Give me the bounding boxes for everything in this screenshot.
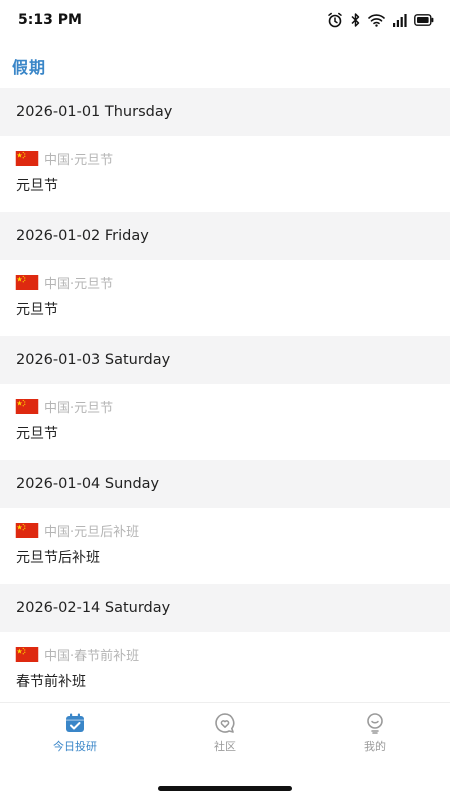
heart-chat-icon: [215, 713, 235, 733]
holiday-source: 中国·春节前补班: [44, 649, 140, 664]
date-label: 2026-02-14 Saturday: [16, 600, 171, 616]
date-label: 2026-01-03 Saturday: [16, 352, 171, 368]
china-flag-icon: [15, 399, 39, 414]
holiday-source: 中国·元旦节: [44, 401, 114, 416]
holiday-meta: 中国·元旦节: [15, 149, 113, 168]
holiday-name: 元旦节: [16, 302, 58, 318]
holiday-group: 2026-02-14 Saturday 中国·春节前补班 春节前补班: [0, 584, 450, 708]
holiday-name: 元旦节: [16, 426, 58, 442]
holiday-source: 中国·元旦节: [44, 277, 114, 292]
china-flag-icon: [15, 647, 39, 662]
status-time: 5:13 PM: [18, 12, 82, 28]
holiday-item[interactable]: 中国·元旦节 元旦节: [0, 136, 450, 212]
holiday-item[interactable]: 中国·元旦节 元旦节: [0, 260, 450, 336]
tab-mine[interactable]: 我的: [300, 703, 450, 763]
china-flag-icon: [15, 523, 39, 538]
tab-label-community: 社区: [214, 740, 236, 753]
status-icons: [327, 12, 434, 28]
holiday-group: 2026-01-03 Saturday 中国·元旦节 元旦节: [0, 336, 450, 460]
page-title: 假期: [12, 58, 47, 77]
date-header: 2026-02-14 Saturday: [0, 584, 450, 632]
holiday-item[interactable]: 中国·元旦节 元旦节: [0, 384, 450, 460]
holiday-meta: 中国·元旦节: [15, 273, 113, 292]
tab-today-research[interactable]: 今日投研: [0, 703, 150, 763]
holiday-group: 2026-01-01 Thursday 中国·元旦节 元旦节: [0, 88, 450, 212]
date-header: 2026-01-03 Saturday: [0, 336, 450, 384]
tab-label-mine: 我的: [364, 740, 386, 753]
date-label: 2026-01-02 Friday: [16, 228, 149, 244]
wifi-icon: [368, 14, 385, 27]
holiday-name: 元旦节: [16, 178, 58, 194]
tab-community[interactable]: 社区: [150, 703, 300, 763]
date-header: 2026-01-04 Sunday: [0, 460, 450, 508]
battery-icon: [414, 14, 434, 26]
holiday-list[interactable]: 2026-01-01 Thursday 中国·元旦节 元旦节 2026-01-0…: [0, 88, 450, 708]
page-header: 假期: [0, 48, 450, 84]
china-flag-icon: [15, 151, 39, 166]
signal-icon: [393, 13, 407, 27]
bluetooth-icon: [351, 13, 360, 27]
status-bar: 5:13 PM: [0, 0, 450, 40]
holiday-meta: 中国·春节前补班: [15, 645, 139, 664]
holiday-group: 2026-01-04 Sunday 中国·元旦后补班 元旦节后补班: [0, 460, 450, 584]
date-label: 2026-01-04 Sunday: [16, 476, 160, 492]
holiday-meta: 中国·元旦节: [15, 397, 113, 416]
date-header: 2026-01-02 Friday: [0, 212, 450, 260]
holiday-item[interactable]: 中国·春节前补班 春节前补班: [0, 632, 450, 708]
alarm-icon: [328, 12, 342, 28]
holiday-source: 中国·元旦后补班: [44, 525, 140, 540]
date-header: 2026-01-01 Thursday: [0, 88, 450, 136]
calendar-check-icon: [66, 713, 84, 732]
home-indicator[interactable]: [158, 786, 292, 791]
tab-label-today: 今日投研: [53, 740, 97, 753]
china-flag-icon: [15, 275, 39, 290]
holiday-name: 元旦节后补班: [16, 550, 100, 566]
bottom-tab-bar: 今日投研 社区 我的: [0, 702, 450, 763]
holiday-meta: 中国·元旦后补班: [15, 521, 139, 540]
date-label: 2026-01-01 Thursday: [16, 104, 173, 120]
lightbulb-icon: [367, 713, 383, 734]
holiday-name: 春节前补班: [16, 674, 86, 690]
holiday-item[interactable]: 中国·元旦后补班 元旦节后补班: [0, 508, 450, 584]
holiday-source: 中国·元旦节: [44, 153, 114, 168]
holiday-group: 2026-01-02 Friday 中国·元旦节 元旦节: [0, 212, 450, 336]
